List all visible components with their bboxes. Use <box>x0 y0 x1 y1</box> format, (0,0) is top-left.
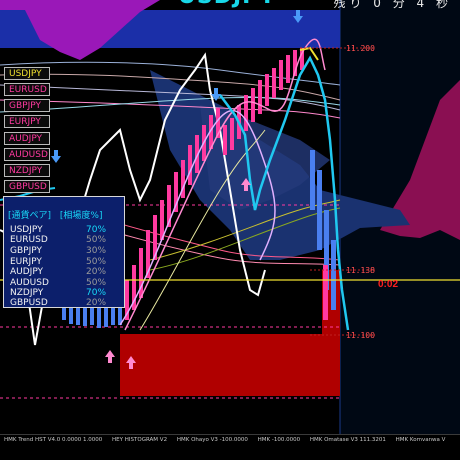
strength-pct: 30% <box>86 246 107 256</box>
strength-panel-header: [通貨ペア] [相場度%] <box>8 208 108 221</box>
strength-row: NZDJPY 70% <box>10 288 120 298</box>
strength-pair: AUDUSD <box>10 278 49 288</box>
strength-row: GBPUSD 20% <box>10 298 120 308</box>
pair-button-audusd[interactable]: AUDUSD <box>4 148 50 161</box>
indicator-label: HMK Omatase V3 111.3201 <box>309 437 386 443</box>
strength-pct: 20% <box>86 267 107 277</box>
strength-pct: 50% <box>86 257 107 267</box>
strength-row: AUDUSD 50% <box>10 278 120 288</box>
strength-pct: 70% <box>86 288 107 298</box>
strength-pct: 50% <box>86 278 107 288</box>
strength-pair: EURUSD <box>10 235 48 245</box>
pair-button-nzdjpy[interactable]: NZDJPY <box>4 164 50 177</box>
bar-timer: 0:02 <box>378 279 399 290</box>
strength-pair: USDJPY <box>10 225 43 235</box>
pair-button-audjpy[interactable]: AUDJPY <box>4 132 50 145</box>
strength-pct: 20% <box>86 298 107 308</box>
indicator-label: HMK Ohayo V3 -100.0000 <box>176 437 248 443</box>
indicator-subwindow: HMK Trend HST V4.0 0.0000 1.0000 HEY HIS… <box>0 434 460 460</box>
strength-row: AUDJPY 20% <box>10 267 120 277</box>
price-level-tag: 11.138 <box>346 266 375 275</box>
strength-row: GBPJPY 30% <box>10 246 120 256</box>
price-level-tag: 11.200 <box>346 44 375 53</box>
indicator-label: HMK Trend HST V4.0 0.0000 1.0000 <box>4 437 103 443</box>
indicator-label: HMK -100.0000 <box>257 437 301 443</box>
currency-strength-panel: [通貨ペア] [相場度%] USDJPY 70% EURUSD 50% GBPJPY… <box>3 196 125 308</box>
strength-pct: 70% <box>86 225 107 235</box>
strength-pair: AUDJPY <box>10 267 44 277</box>
pair-button-gbpjpy[interactable]: GBPJPY <box>4 99 50 112</box>
indicator-label: HMK Komvanwa V <box>395 437 446 443</box>
red-zone <box>120 334 340 396</box>
strength-pair: NZDJPY <box>10 288 44 298</box>
strength-pair: GBPUSD <box>10 298 48 308</box>
pair-button-usdjpy[interactable]: USDJPY <box>4 67 50 80</box>
trading-chart-screen: USDJPY 残り 0 分 4 秒 USDJPY EURUSD GBPJPY E… <box>0 0 460 460</box>
pair-button-eurusd[interactable]: EURUSD <box>4 83 50 96</box>
strength-pair: GBPJPY <box>10 246 42 256</box>
header-pct-label: [相場度%] <box>59 211 103 221</box>
strength-pct: 50% <box>86 235 107 245</box>
strength-row: EURUSD 50% <box>10 235 120 245</box>
pair-button-eurjpy[interactable]: EURJPY <box>4 115 50 128</box>
symbol-title: USDJPY <box>178 0 276 9</box>
indicator-label: HEY HISTOGRAM V2 <box>112 437 168 443</box>
candle-countdown: 残り 0 分 4 秒 <box>333 0 452 10</box>
pair-button-gbpusd[interactable]: GBPUSD <box>4 180 50 193</box>
price-level-tag: 11.100 <box>346 331 375 340</box>
strength-pair: EURJPY <box>10 257 42 267</box>
header-pair-label: [通貨ペア] <box>8 211 52 221</box>
strength-row: EURJPY 50% <box>10 257 120 267</box>
strength-row: USDJPY 70% <box>10 225 120 235</box>
indicator-labels: HMK Trend HST V4.0 0.0000 1.0000 HEY HIS… <box>4 437 453 443</box>
